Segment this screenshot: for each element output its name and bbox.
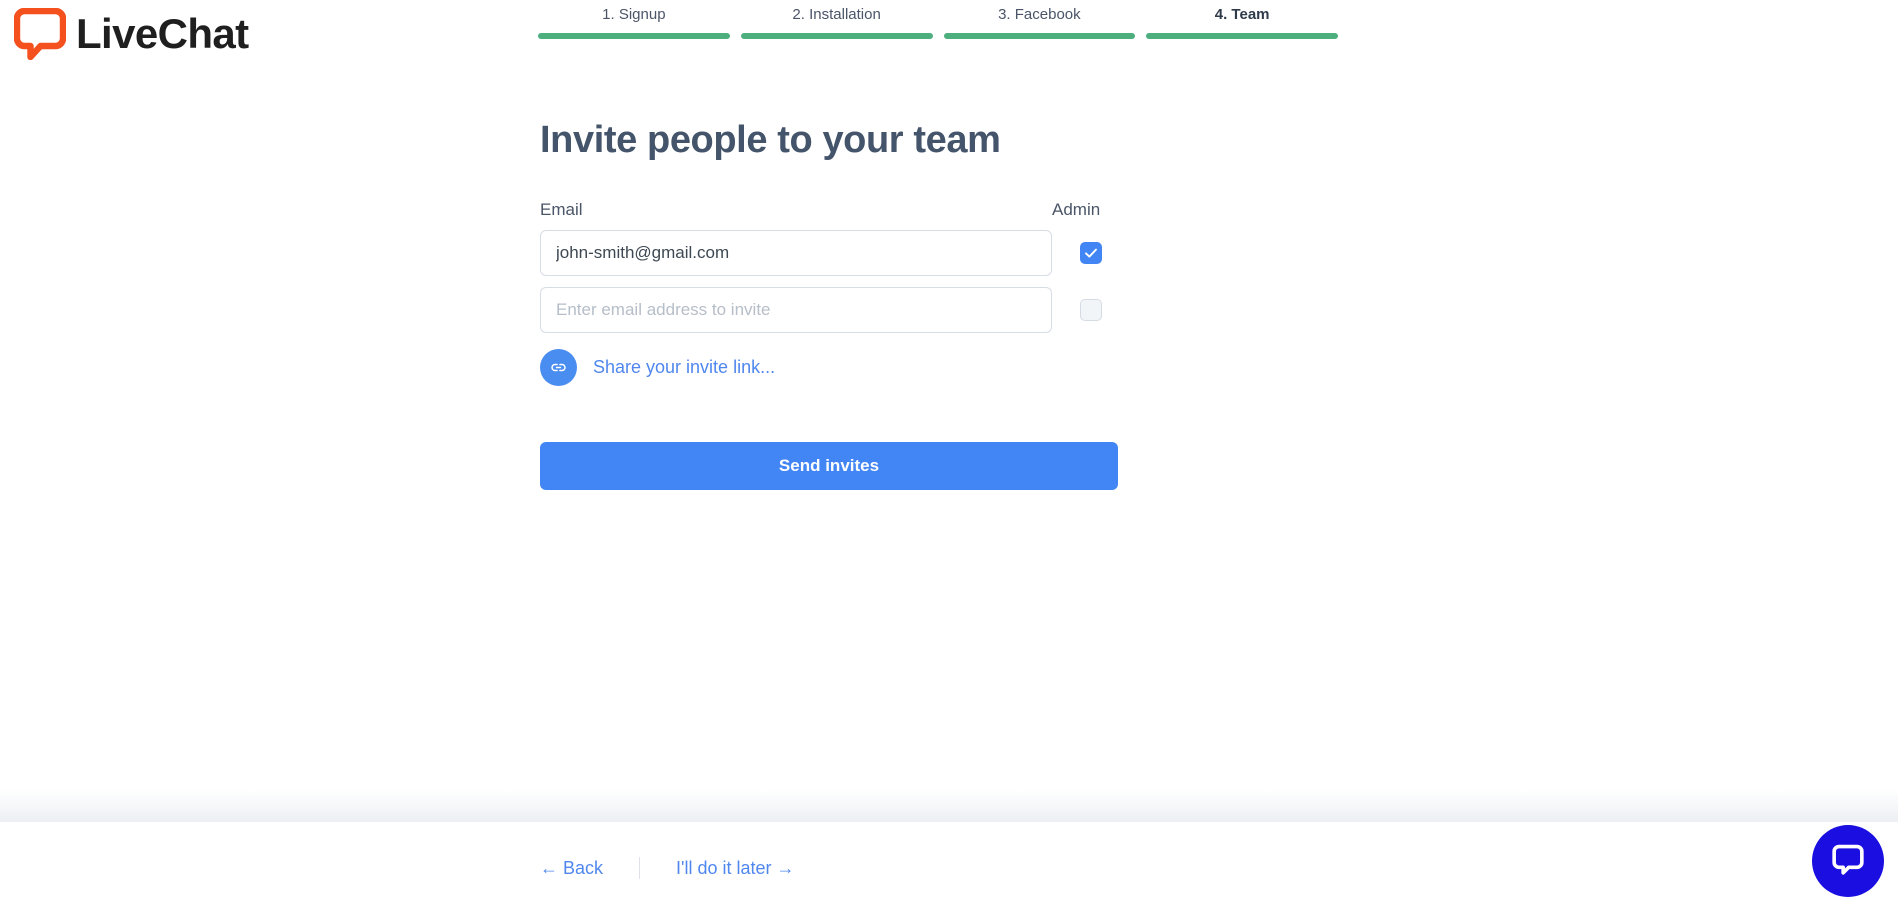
- do-it-later-link[interactable]: I'll do it later →: [676, 858, 794, 879]
- logo-wordmark: LiveChat: [76, 10, 249, 57]
- check-icon: [1085, 248, 1097, 258]
- link-icon: [540, 348, 577, 386]
- email-input-1[interactable]: [540, 229, 1052, 276]
- step-progress-bar: [740, 33, 933, 39]
- step-label: 4. Team: [1214, 6, 1270, 23]
- chat-widget-button[interactable]: [1812, 825, 1884, 897]
- invite-row: [540, 229, 1120, 276]
- step-label: 3. Facebook: [998, 6, 1081, 23]
- share-invite-link-row[interactable]: Share your invite link...: [540, 348, 1120, 386]
- speech-bubble-icon: [14, 8, 66, 60]
- footer-divider: [0, 790, 1898, 822]
- page-title: Invite people to your team: [540, 119, 1001, 161]
- send-invites-button[interactable]: Send invites: [540, 441, 1118, 490]
- step-label: 1. Signup: [602, 6, 666, 23]
- step-signup[interactable]: 1. Signup: [538, 6, 730, 39]
- admin-checkbox-cell: [1052, 241, 1120, 264]
- chat-bubble-icon: [1830, 841, 1866, 882]
- back-link[interactable]: ← Back: [540, 858, 603, 879]
- step-label: 2. Installation: [792, 6, 881, 23]
- step-progress-bar: [943, 33, 1136, 39]
- admin-column-label: Admin: [1052, 199, 1101, 219]
- form-column-headers: Email Admin: [540, 200, 1120, 220]
- share-invite-link-label[interactable]: Share your invite link...: [593, 357, 775, 378]
- step-installation[interactable]: 2. Installation: [740, 6, 933, 39]
- email-column-label: Email: [540, 199, 583, 219]
- step-progress-bar: [1146, 33, 1338, 39]
- footer-links: ← Back I'll do it later →: [540, 857, 795, 879]
- step-team[interactable]: 4. Team: [1146, 6, 1338, 39]
- footer: ← Back I'll do it later →: [0, 822, 1898, 917]
- step-progress-bar: [538, 33, 730, 39]
- email-input-2[interactable]: [540, 286, 1052, 333]
- admin-checkbox-cell: [1052, 298, 1120, 321]
- admin-checkbox-1[interactable]: [1080, 241, 1102, 264]
- step-facebook[interactable]: 3. Facebook: [943, 6, 1136, 39]
- invite-row: [540, 286, 1120, 333]
- livechat-logo: LiveChat: [14, 8, 249, 60]
- footer-separator: [639, 857, 641, 879]
- invite-panel: Invite people to your team Email Admin j…: [540, 119, 1120, 490]
- admin-checkbox-2[interactable]: [1080, 298, 1102, 321]
- onboarding-steps: 1. Signup 2. Installation 3. Facebook 4.…: [538, 6, 1338, 39]
